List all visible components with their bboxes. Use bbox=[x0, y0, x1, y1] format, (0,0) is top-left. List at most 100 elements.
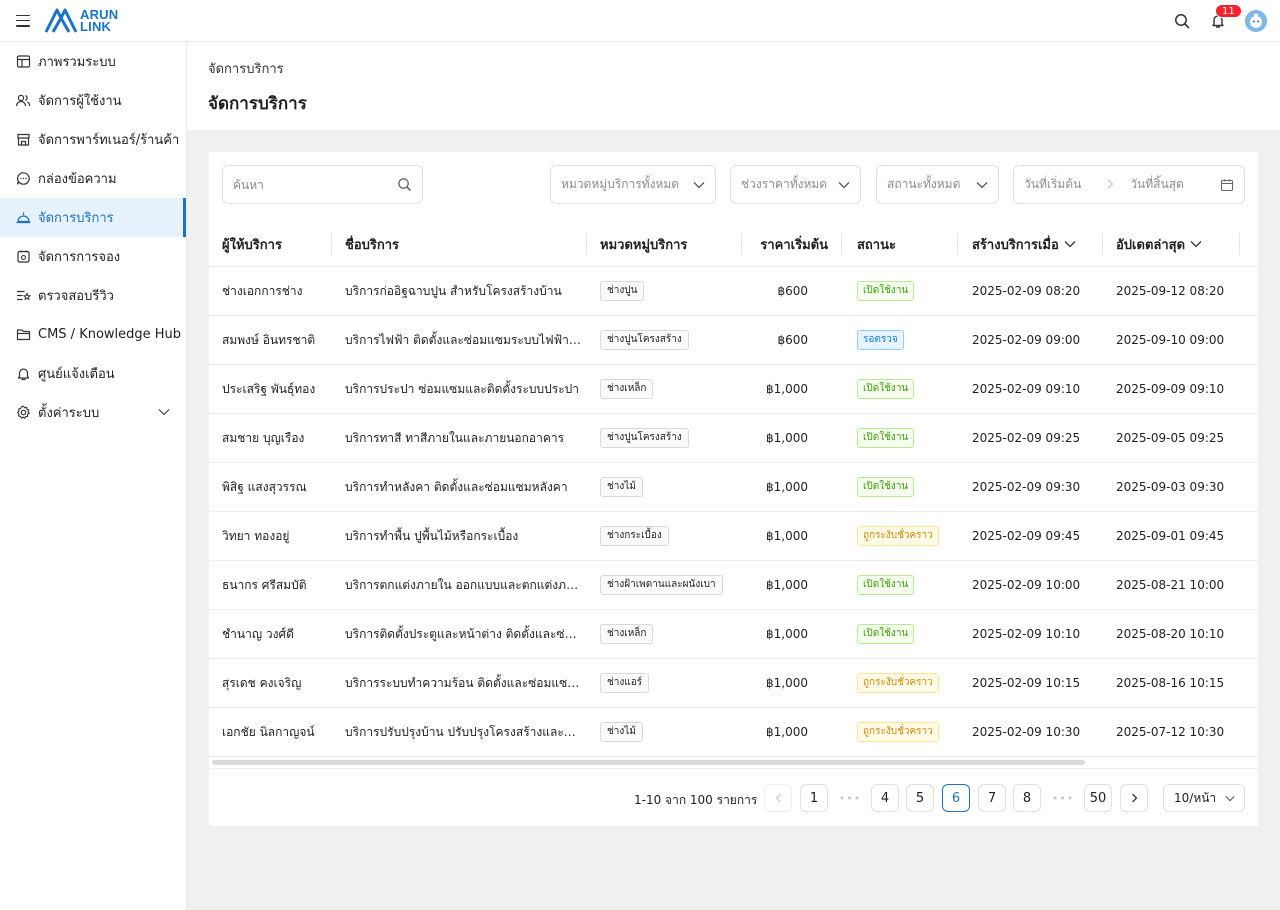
sidebar-item-inbox[interactable]: กล่องข้อความ bbox=[0, 159, 186, 198]
updated-text: 2025-09-03 09:30 bbox=[1116, 480, 1225, 494]
dashboard-icon bbox=[15, 54, 31, 70]
service-bell-icon bbox=[15, 210, 31, 226]
provider-text: สุรเดช คงเจริญ bbox=[222, 675, 302, 690]
table-row[interactable]: ชำนาญ วงศ์ดี บริการติดตั้งประตูและหน้าต่า… bbox=[209, 610, 1258, 659]
date-range-picker[interactable]: วันที่เริ่มต้น วันที่สิ้นสุด bbox=[1013, 165, 1245, 204]
status-badge: ถูกระงับชั่วคราว bbox=[857, 526, 939, 546]
table-row[interactable]: วิทยา ทองอยู่ บริการทำพื้น ปูพื้นไม้หรือก… bbox=[209, 512, 1258, 561]
provider-text: ช่างเอกการช่าง bbox=[222, 283, 303, 298]
next-page-button[interactable] bbox=[1120, 784, 1148, 812]
sidebar-item-label: ตั้งค่าระบบ bbox=[38, 406, 100, 421]
page-button-4[interactable]: 4 bbox=[871, 784, 899, 812]
sidebar-item-dashboard[interactable]: ภาพรวมระบบ bbox=[0, 42, 186, 81]
price-filter-value: ช่วงราคาทั้งหมด bbox=[741, 177, 828, 191]
status-cell: เปิดใช้งาน bbox=[857, 414, 967, 462]
folder-icon bbox=[15, 327, 31, 343]
sidebar-item-cms[interactable]: CMS / Knowledge Hub bbox=[0, 315, 186, 354]
sidebar-item-partners[interactable]: จัดการพาร์ทเนอร์/ร้านค้า bbox=[0, 120, 186, 159]
column-label: สร้างบริการเมื่อ bbox=[972, 237, 1059, 253]
sidebar-item-label: CMS / Knowledge Hub bbox=[38, 327, 182, 342]
status-badge: เปิดใช้งาน bbox=[857, 624, 915, 644]
category-cell: ช่างปูนโครงสร้าง bbox=[600, 414, 750, 462]
sidebar-item-label: กล่องข้อความ bbox=[38, 172, 117, 187]
service-name-cell: บริการประปา ซ่อมแซมและติดตั้งระบบประปา bbox=[345, 365, 581, 413]
notification-count-badge: 11 bbox=[1215, 3, 1242, 18]
brand-name: ARUN LINK bbox=[80, 8, 118, 33]
page-button-50[interactable]: 50 bbox=[1084, 784, 1112, 812]
status-badge: เปิดใช้งาน bbox=[857, 477, 915, 497]
prev-page-button[interactable] bbox=[764, 784, 792, 812]
sidebar-item-settings[interactable]: ตั้งค่าระบบ bbox=[0, 393, 186, 432]
sidebar-item-bookings[interactable]: จัดการการจอง bbox=[0, 237, 186, 276]
column-label: ราคาเริ่มต้น bbox=[760, 237, 828, 253]
updated-text: 2025-09-09 09:10 bbox=[1116, 382, 1225, 396]
table-row[interactable]: สมพงษ์ อินทรชาติ บริการไฟฟ้า ติดตั้งและซ่… bbox=[209, 316, 1258, 365]
category-filter-select[interactable]: หมวดหมู่บริการทั้งหมด bbox=[550, 165, 716, 204]
date-end-input[interactable]: วันที่สิ้นสุด bbox=[1130, 175, 1184, 194]
created-text: 2025-02-09 09:00 bbox=[972, 333, 1081, 347]
chat-icon bbox=[15, 171, 31, 187]
price-text: ฿1,000 bbox=[766, 529, 808, 543]
page-button-1[interactable]: 1 bbox=[800, 784, 828, 812]
status-cell: ถูกระงับชั่วคราว bbox=[857, 512, 967, 560]
page-button-7[interactable]: 7 bbox=[978, 784, 1006, 812]
search-icon[interactable] bbox=[1171, 10, 1193, 32]
provider-cell: ประเสริฐ พันธุ์ทอง bbox=[222, 365, 334, 413]
service-text: บริการก่ออิฐฉาบปูน สำหรับโครงสร้างบ้าน bbox=[345, 283, 562, 298]
sidebar-item-services[interactable]: จัดการบริการ bbox=[0, 198, 186, 237]
brand-logo[interactable]: ARUN LINK bbox=[44, 8, 118, 34]
service-text: บริการประปา ซ่อมแซมและติดตั้งระบบประปา bbox=[345, 381, 579, 396]
page-button-5[interactable]: 5 bbox=[906, 784, 934, 812]
start-price-cell: ฿600 bbox=[755, 267, 808, 315]
page-button-8[interactable]: 8 bbox=[1013, 784, 1041, 812]
service-text: บริการไฟฟ้า ติดตั้งและซ่อมแซมระบบไฟฟ้าภา… bbox=[345, 332, 581, 347]
category-tag: ช่างปูน bbox=[600, 281, 645, 301]
page-button-6[interactable]: 6 bbox=[942, 784, 970, 812]
column-header-created-at[interactable]: สร้างบริการเมื่อ bbox=[972, 221, 1103, 267]
updated-text: 2025-08-21 10:00 bbox=[1116, 578, 1225, 592]
calendar-icon[interactable] bbox=[1220, 178, 1234, 192]
updated-at-cell: 2025-09-03 09:30 bbox=[1116, 463, 1246, 511]
page-jump-back-ellipsis[interactable]: ••• bbox=[836, 784, 864, 812]
date-start-input[interactable]: วันที่เริ่มต้น bbox=[1024, 175, 1081, 194]
service-name-cell: บริการไฟฟ้า ติดตั้งและซ่อมแซมระบบไฟฟ้าภา… bbox=[345, 316, 581, 364]
column-header-status: สถานะ bbox=[857, 221, 958, 267]
sidebar-item-reviews[interactable]: ตรวจสอบรีวิว bbox=[0, 276, 186, 315]
horizontal-scrollbar[interactable] bbox=[212, 760, 1085, 765]
status-cell: เปิดใช้งาน bbox=[857, 610, 967, 658]
service-name-cell: บริการระบบทำความร้อน ติดตั้งและซ่อมแซมระ… bbox=[345, 659, 581, 707]
status-filter-select[interactable]: สถานะทั้งหมด bbox=[876, 165, 999, 204]
sidebar-item-notifications[interactable]: ศูนย์แจ้งเตือน bbox=[0, 354, 186, 393]
search-box[interactable] bbox=[222, 165, 423, 204]
provider-cell: สุรเดช คงเจริญ bbox=[222, 659, 334, 707]
table-row[interactable]: สมชาย บุญเรือง บริการทาสี ทาสีภายในและภาย… bbox=[209, 414, 1258, 463]
table-row[interactable]: ประเสริฐ พันธุ์ทอง บริการประปา ซ่อมแซมและ… bbox=[209, 365, 1258, 414]
page-jump-forward-ellipsis[interactable]: ••• bbox=[1049, 784, 1077, 812]
price-text: ฿600 bbox=[777, 333, 808, 347]
page-size-select[interactable]: 10/หน้า bbox=[1163, 784, 1245, 812]
sidebar-item-users[interactable]: จัดการผู้ใช้งาน bbox=[0, 81, 186, 120]
sort-chevron-down-icon[interactable] bbox=[1064, 240, 1076, 248]
sort-chevron-down-icon[interactable] bbox=[1190, 240, 1202, 248]
table-row[interactable]: สุรเดช คงเจริญ บริการระบบทำความร้อน ติดตั… bbox=[209, 659, 1258, 708]
column-header-updated-at[interactable]: อัปเดตล่าสุด bbox=[1116, 221, 1240, 267]
created-at-cell: 2025-02-09 09:00 bbox=[972, 316, 1102, 364]
chevron-down-icon bbox=[1225, 795, 1235, 802]
sidebar-item-label: จัดการการจอง bbox=[38, 250, 121, 265]
users-icon bbox=[15, 93, 31, 109]
notification-bell-icon[interactable]: 11 bbox=[1207, 3, 1242, 32]
search-input[interactable] bbox=[233, 177, 383, 192]
table-row[interactable]: ธนากร ศรีสมบัติ บริการตกแต่งภายใน ออกแบบแ… bbox=[209, 561, 1258, 610]
price-filter-select[interactable]: ช่วงราคาทั้งหมด bbox=[730, 165, 861, 204]
search-icon[interactable] bbox=[397, 177, 412, 192]
updated-text: 2025-09-01 09:45 bbox=[1116, 529, 1225, 543]
avatar[interactable] bbox=[1245, 9, 1267, 32]
status-badge: รอตรวจ bbox=[857, 330, 904, 350]
updated-at-cell: 2025-08-20 10:10 bbox=[1116, 610, 1246, 658]
table-row[interactable]: ช่างเอกการช่าง บริการก่ออิฐฉาบปูน สำหรับโ… bbox=[209, 267, 1258, 316]
column-label: อัปเดตล่าสุด bbox=[1116, 237, 1186, 253]
table-row[interactable]: เอกชัย นิลกาญจน์ บริการปรับปรุงบ้าน ปรับป… bbox=[209, 708, 1258, 757]
column-header-category: หมวดหมู่บริการ bbox=[600, 221, 742, 267]
menu-icon[interactable] bbox=[16, 14, 30, 27]
table-row[interactable]: พิสิฐ แสงสุวรรณ บริการทำหลังคา ติดตั้งและ… bbox=[209, 463, 1258, 512]
